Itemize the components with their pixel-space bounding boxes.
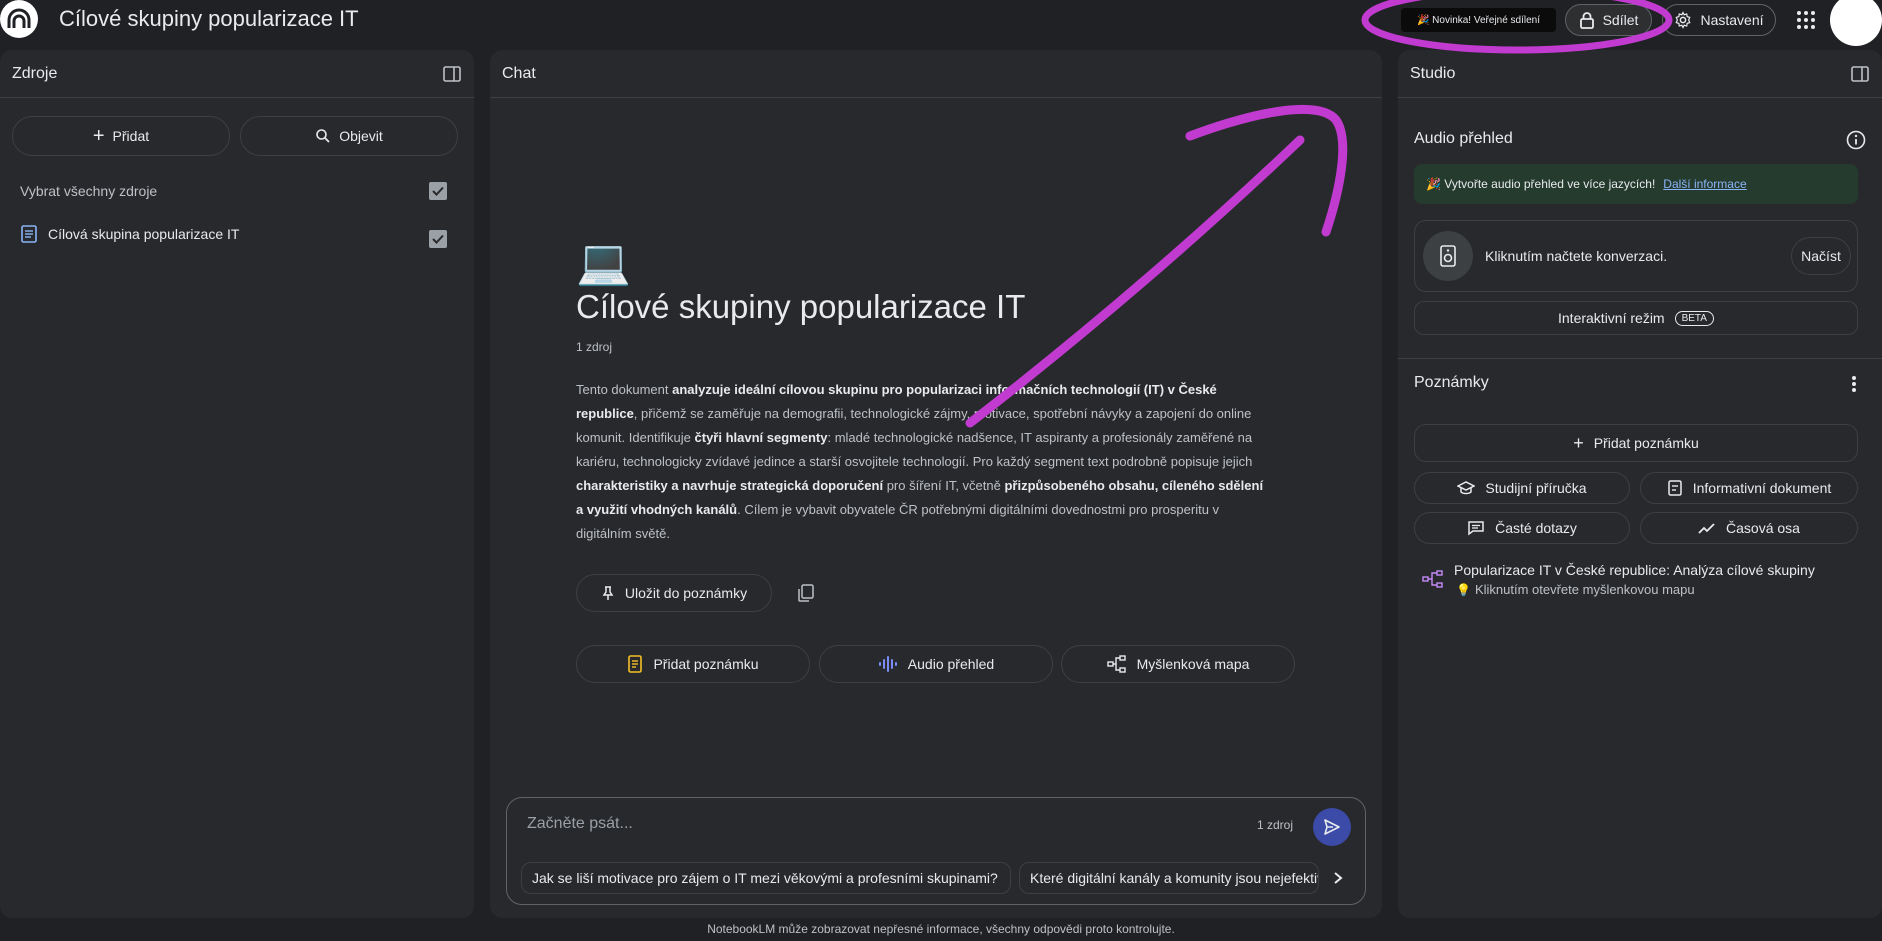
share-label: Sdílet <box>1602 12 1639 28</box>
add-note-action-button[interactable]: Přidat poznámku <box>576 645 810 683</box>
audio-wave-icon <box>878 656 897 672</box>
note-icon <box>628 655 643 673</box>
sources-header: Zdroje <box>0 50 474 98</box>
suggested-question[interactable]: Jak se liší motivace pro zájem o IT mezi… <box>521 862 1011 894</box>
speaker-icon <box>1423 231 1473 281</box>
plus-icon: + <box>92 124 105 147</box>
trending-up-icon <box>1698 523 1715 534</box>
select-all-checkbox[interactable] <box>429 182 447 200</box>
document-icon <box>21 225 37 243</box>
copy-icon[interactable] <box>796 583 816 603</box>
send-button[interactable] <box>1313 808 1351 846</box>
send-icon <box>1324 819 1340 835</box>
graduation-cap-icon <box>1457 481 1476 495</box>
interactive-mode-label: Interaktivní režim <box>1558 310 1665 326</box>
disclaimer-note: NotebookLM může zobrazovat nepřesné info… <box>707 922 1175 936</box>
top-bar: Cílové skupiny popularizace IT 🎉 Novinka… <box>0 0 1882 46</box>
interactive-mode-button[interactable]: Interaktivní režim BETA <box>1414 301 1858 335</box>
studio-header: Studio <box>1398 50 1882 98</box>
composer-source-count: 1 zdroj <box>1256 818 1293 832</box>
note-item-title: Popularizace IT v České republice: Analý… <box>1454 562 1815 578</box>
audio-overview-action-button[interactable]: Audio přehled <box>819 645 1053 683</box>
discover-button[interactable]: Objevit <box>240 116 458 156</box>
collapse-panel-icon[interactable] <box>442 64 462 84</box>
gear-icon <box>1675 11 1692 29</box>
settings-label: Nastavení <box>1700 12 1764 28</box>
briefing-doc-button[interactable]: Informativní dokument <box>1640 472 1858 504</box>
faq-button[interactable]: Časté dotazy <box>1414 512 1630 544</box>
load-label: Načíst <box>1801 248 1841 264</box>
chevron-right-icon <box>1334 872 1343 884</box>
discover-label: Objevit <box>339 128 383 144</box>
timeline-label: Časová osa <box>1726 520 1800 536</box>
faq-label: Časté dotazy <box>1495 520 1577 536</box>
pin-icon <box>602 586 614 600</box>
collapse-panel-icon[interactable] <box>1850 64 1870 84</box>
audio-overview-action-label: Audio přehled <box>907 656 995 672</box>
save-to-note-button[interactable]: Uložit do poznámky <box>576 574 772 612</box>
info-icon[interactable] <box>1846 130 1866 150</box>
suggested-question[interactable]: Které digitální kanály a komunity jsou n… <box>1019 862 1319 894</box>
mind-map-action-button[interactable]: Myšlenková mapa <box>1061 645 1295 683</box>
studio-title: Studio <box>1410 64 1456 82</box>
source-item-checkbox[interactable] <box>429 230 447 248</box>
study-guide-button[interactable]: Studijní příručka <box>1414 472 1630 504</box>
source-item-label: Cílová skupina popularizace IT <box>48 226 240 242</box>
add-note-action-label: Přidat poznámku <box>653 656 759 672</box>
timeline-button[interactable]: Časová osa <box>1640 512 1858 544</box>
audio-overview-title: Audio přehled <box>1414 130 1513 147</box>
avatar[interactable] <box>1830 0 1882 46</box>
plus-icon: + <box>1573 432 1584 453</box>
divider <box>1398 358 1882 359</box>
chat-composer: 1 zdroj Jak se liší motivace pro zájem o… <box>506 797 1366 905</box>
source-item[interactable]: Cílová skupina popularizace IT <box>20 222 420 246</box>
study-guide-label: Studijní příručka <box>1485 480 1587 496</box>
sources-title: Zdroje <box>12 64 58 82</box>
chat-header: Chat <box>490 50 1382 98</box>
add-source-label: Přidat <box>112 128 150 144</box>
add-note-label: Přidat poznámku <box>1593 435 1699 451</box>
note-item[interactable]: Popularizace IT v České republice: Analý… <box>1422 560 1862 604</box>
more-vert-icon[interactable] <box>1850 374 1858 394</box>
news-public-sharing-badge[interactable]: 🎉 Novinka! Veřejné sdílení <box>1401 8 1556 32</box>
suggestions-next-button[interactable] <box>1321 862 1355 894</box>
add-note-button[interactable]: + Přidat poznámku <box>1414 424 1858 462</box>
apps-grid-icon[interactable] <box>1794 8 1818 32</box>
notebooklm-logo-icon[interactable] <box>0 0 38 38</box>
audio-card-text: Kliknutím načtete konverzaci. <box>1485 248 1668 264</box>
lightbulb-icon: 💡 <box>1456 583 1471 597</box>
beta-badge: BETA <box>1674 310 1714 326</box>
mind-map-icon <box>1422 570 1443 588</box>
search-sparkle-icon <box>316 129 330 143</box>
chat-input[interactable] <box>527 812 1227 836</box>
load-button[interactable]: Načíst <box>1791 237 1851 275</box>
chat-source-count: 1 zdroj <box>576 340 613 354</box>
settings-button[interactable]: Nastavení <box>1662 4 1776 36</box>
banner-text: 🎉 Vytvořte audio přehled ve více jazycíc… <box>1426 177 1656 191</box>
sources-panel: Zdroje + Přidat Objevit Vybrat všechny z… <box>0 50 474 918</box>
chat-panel: Chat 💻 Cílové skupiny popularizace IT 1 … <box>490 50 1382 918</box>
notes-title: Poznámky <box>1414 374 1489 391</box>
notebook-summary: Tento dokument analyzuje ideální cílovou… <box>576 382 1264 541</box>
chat-bubble-icon <box>1468 521 1484 536</box>
add-source-button[interactable]: + Přidat <box>12 116 230 156</box>
notebook-title[interactable]: Cílové skupiny popularizace IT <box>59 6 359 32</box>
chat-notebook-title: Cílové skupiny popularizace IT <box>576 288 1026 325</box>
chat-title: Chat <box>502 64 536 82</box>
learn-more-link[interactable]: Další informace <box>1663 177 1746 191</box>
laptop-emoji-icon: 💻 <box>576 238 631 287</box>
share-button[interactable]: Sdílet <box>1565 4 1652 36</box>
studio-panel: Studio Audio přehled 🎉 Vytvořte audio př… <box>1398 50 1882 918</box>
lock-icon <box>1579 12 1594 29</box>
briefing-doc-label: Informativní dokument <box>1692 480 1832 496</box>
note-item-subtitle: 💡 Kliknutím otevřete myšlenkovou mapu <box>1456 582 1695 597</box>
multilingual-audio-banner: 🎉 Vytvořte audio přehled ve více jazycíc… <box>1414 164 1858 204</box>
select-all-label: Vybrat všechny zdroje <box>20 183 158 199</box>
document-add-icon <box>1667 480 1682 496</box>
mind-map-action-label: Myšlenková mapa <box>1136 656 1250 672</box>
save-to-note-label: Uložit do poznámky <box>624 585 748 601</box>
mind-map-icon <box>1106 655 1126 673</box>
audio-overview-card: Kliknutím načtete konverzaci. Načíst <box>1414 220 1858 292</box>
